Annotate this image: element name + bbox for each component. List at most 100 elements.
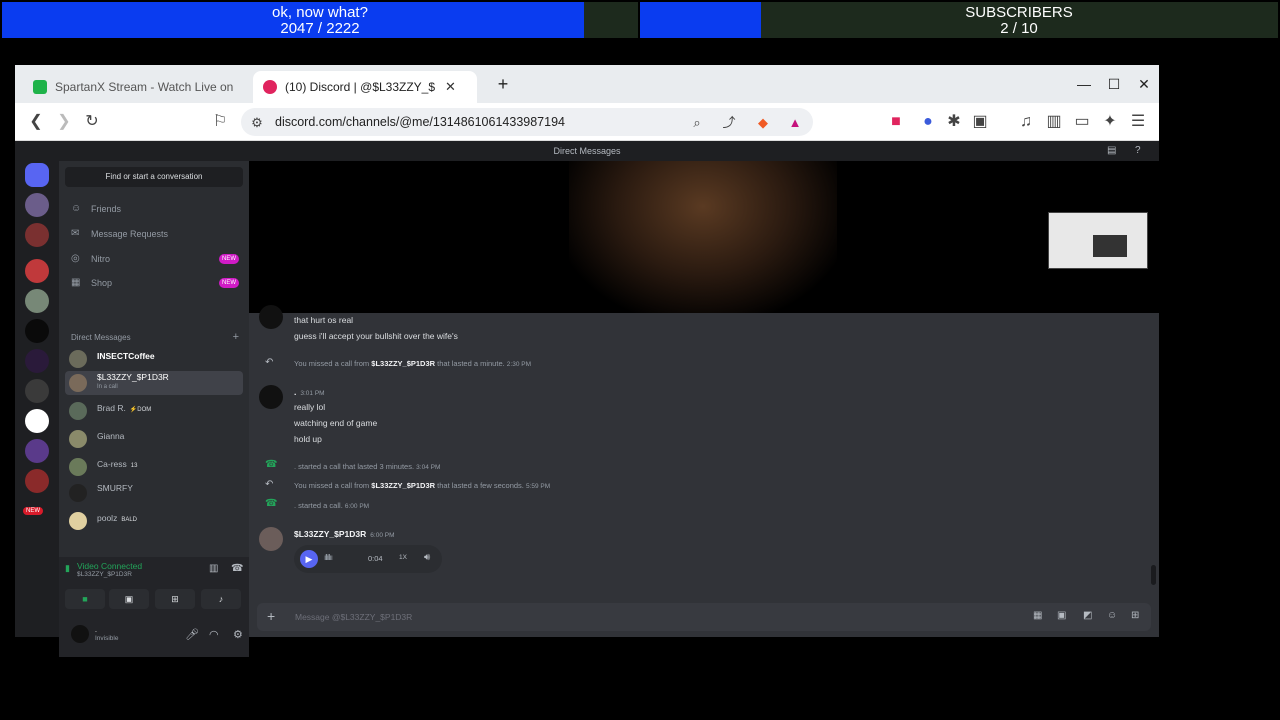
- playback-speed[interactable]: 1X: [399, 554, 407, 561]
- screen-share-button[interactable]: ▣: [109, 589, 149, 609]
- nav-nitro[interactable]: ◎ Nitro NEW: [67, 249, 243, 269]
- dm-section-label: Direct Messages: [71, 333, 131, 342]
- avatar: [259, 527, 283, 551]
- settings-gear-icon[interactable]: ⚙: [233, 628, 243, 641]
- zoom-icon[interactable]: ⌕: [689, 115, 705, 131]
- home-server-icon[interactable]: [25, 163, 49, 187]
- new-tab-button[interactable]: +: [489, 73, 517, 95]
- leo-ai-icon[interactable]: ✦: [1099, 111, 1121, 133]
- gift-icon[interactable]: ▦: [1033, 610, 1042, 621]
- nav-label: Nitro: [91, 254, 111, 264]
- microphone-icon[interactable]: 🎤︎: [185, 628, 199, 641]
- minimize-button[interactable]: —: [1070, 73, 1098, 95]
- dm-item[interactable]: poolz BALD: [65, 509, 243, 533]
- gif-icon[interactable]: ▣: [1057, 610, 1066, 621]
- activity-button[interactable]: ⊞: [155, 589, 195, 609]
- dm-name: INSECTCoffee: [97, 351, 155, 361]
- server-icon[interactable]: [25, 439, 49, 463]
- tab-spartanx[interactable]: SpartanX Stream - Watch Live on: [23, 71, 249, 103]
- headphones-icon[interactable]: ◠: [209, 628, 219, 641]
- menu-icon[interactable]: ☰: [1127, 111, 1149, 133]
- server-icon[interactable]: [25, 409, 49, 433]
- avatar: [69, 374, 87, 392]
- scrollbar[interactable]: [1151, 565, 1156, 585]
- dm-tag: BALD: [121, 517, 138, 523]
- server-icon[interactable]: [25, 289, 49, 313]
- sticker-icon[interactable]: ◩: [1083, 610, 1092, 621]
- close-tab-icon[interactable]: ✕: [445, 79, 456, 95]
- discord-icon: [263, 80, 277, 94]
- video-call-area[interactable]: [249, 161, 1159, 313]
- share-icon[interactable]: ⤴: [721, 115, 737, 131]
- address-bar: ❮ ❯ ↻ ⚐ ⚙ discord.com/channels/@me/13148…: [15, 103, 1159, 141]
- dm-item[interactable]: INSECTCoffee: [65, 347, 243, 371]
- dm-item[interactable]: Brad R. ⚡DOM: [65, 399, 243, 423]
- user-panel: . Invisible 🎤︎ ◠ ⚙: [59, 617, 249, 657]
- forward-icon[interactable]: ❯: [53, 111, 75, 133]
- server-icon[interactable]: [25, 223, 49, 247]
- brave-shield-icon[interactable]: ◆: [755, 115, 771, 131]
- attach-icon[interactable]: +: [267, 608, 275, 624]
- bookmark-icon[interactable]: ⚐: [209, 111, 231, 133]
- missed-call-icon: ↶: [265, 479, 274, 490]
- back-icon[interactable]: ❮: [25, 111, 47, 133]
- nav-friends[interactable]: ☺ Friends: [67, 199, 243, 219]
- message-author[interactable]: $L33ZZY_$P1D3R 6:00 PM: [294, 529, 395, 539]
- system-message: You missed a call from $L33ZZY_$P1D3R th…: [294, 481, 551, 490]
- camera-button[interactable]: ■: [65, 589, 105, 609]
- voice-message-player: ▶ ıllıllıı 0:04 1X 🔊︎: [294, 545, 442, 573]
- apps-icon[interactable]: ⊞: [1131, 610, 1139, 621]
- search-conversation-button[interactable]: Find or start a conversation: [65, 167, 243, 187]
- emoji-icon[interactable]: ☺: [1107, 610, 1117, 621]
- tab-discord[interactable]: (10) Discord | @$L33ZZY_$ ✕: [253, 71, 477, 103]
- noise-suppression-icon[interactable]: ▥: [209, 563, 218, 574]
- dm-name: Gianna: [97, 431, 125, 441]
- server-icon[interactable]: [25, 259, 49, 283]
- media-icon[interactable]: ▣: [969, 111, 991, 133]
- play-icon[interactable]: ▶: [300, 550, 318, 568]
- url-input[interactable]: ⚙ discord.com/channels/@me/1314861061433…: [241, 108, 813, 136]
- message-author[interactable]: . 3:01 PM: [294, 387, 325, 397]
- nav-message-requests[interactable]: ✉ Message Requests: [67, 224, 243, 244]
- dm-tag: ⚡DOM: [129, 407, 152, 413]
- brave-rewards-icon[interactable]: ▲: [787, 115, 803, 131]
- dm-name: $L33ZZY_$P1D3R: [97, 372, 169, 382]
- dm-item[interactable]: SMURFY: [65, 481, 243, 505]
- soundboard-button[interactable]: ♪: [201, 589, 241, 609]
- dm-item[interactable]: Gianna: [65, 427, 243, 451]
- music-icon[interactable]: ♫: [1015, 111, 1037, 133]
- wallet-icon[interactable]: ▭: [1071, 111, 1093, 133]
- maximize-button[interactable]: ☐: [1100, 73, 1128, 95]
- goal-bar-2-fill: [640, 2, 762, 38]
- server-icon[interactable]: [25, 319, 49, 343]
- dm-item-selected[interactable]: $L33ZZY_$P1D3R In a call: [65, 371, 243, 395]
- new-badge: NEW: [219, 254, 239, 264]
- server-icon[interactable]: [25, 349, 49, 373]
- server-icon[interactable]: [25, 379, 49, 403]
- dm-tag: 13: [130, 463, 138, 469]
- message-composer[interactable]: + Message @$L33ZZY_$P1D3R ▦ ▣ ◩ ☺ ⊞: [257, 603, 1151, 631]
- extensions-icon[interactable]: ✱: [943, 111, 965, 133]
- avatar[interactable]: [71, 625, 89, 643]
- sidebar-icon[interactable]: ▥: [1043, 111, 1065, 133]
- message-text: hold up: [294, 434, 322, 444]
- reload-icon[interactable]: ↻: [81, 111, 103, 133]
- dm-item[interactable]: Ca-ress 13: [65, 455, 243, 479]
- server-icon[interactable]: [25, 469, 49, 493]
- extension-1-icon[interactable]: ■: [885, 111, 907, 133]
- volume-icon[interactable]: 🔊︎: [424, 552, 430, 563]
- close-window-button[interactable]: ✕: [1130, 73, 1158, 95]
- self-video-preview[interactable]: [1048, 212, 1148, 269]
- create-dm-icon[interactable]: +: [233, 331, 239, 343]
- nav-shop[interactable]: ▦ Shop NEW: [67, 273, 243, 293]
- server-icon[interactable]: [25, 193, 49, 217]
- pip-object: [1093, 235, 1127, 257]
- voice-status[interactable]: Video Connected: [77, 561, 142, 571]
- system-message: You missed a call from $L33ZZY_$P1D3R th…: [294, 359, 532, 368]
- waveform[interactable]: ıllıllıı: [324, 553, 333, 562]
- help-icon[interactable]: ?: [1135, 141, 1141, 161]
- extension-2-icon[interactable]: ●: [917, 111, 939, 133]
- site-info-icon[interactable]: ⚙: [249, 115, 265, 131]
- disconnect-icon[interactable]: ☎: [231, 563, 243, 574]
- inbox-icon[interactable]: ▤: [1107, 141, 1116, 161]
